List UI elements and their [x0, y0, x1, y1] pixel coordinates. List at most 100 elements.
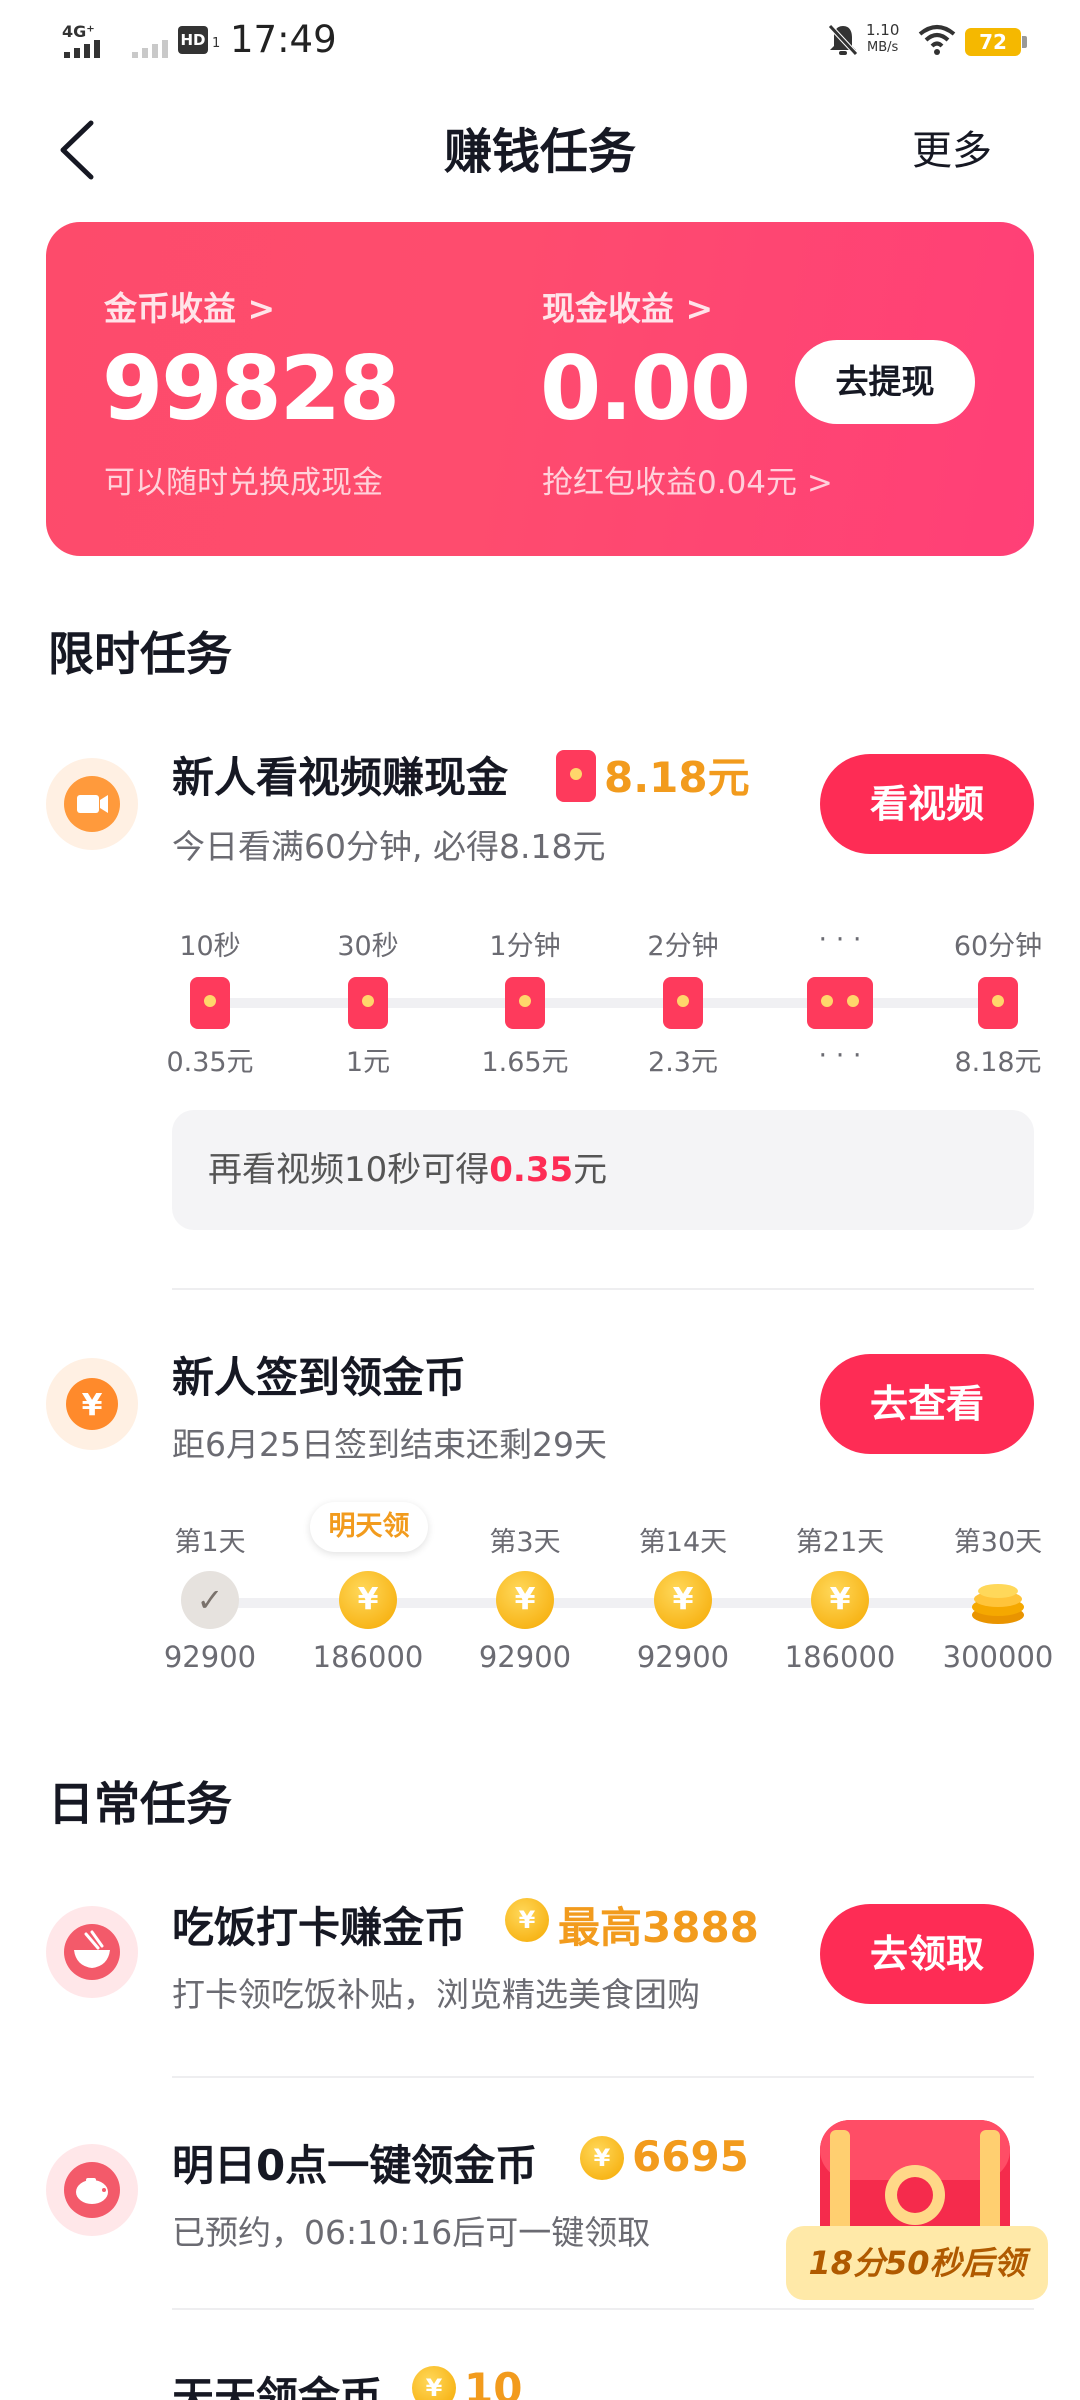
oneclick-coin-icon: ¥: [580, 2136, 624, 2180]
coin-icon: ¥: [66, 1378, 118, 1430]
signal-icon: [64, 38, 108, 58]
meal-task-icon-bg: [46, 1906, 138, 1998]
signin-day-label: 第30天: [953, 1527, 1043, 1558]
red-packet-icon: [663, 977, 703, 1029]
red-packet-icon: [348, 977, 388, 1029]
view-signin-button[interactable]: 去查看: [820, 1354, 1034, 1454]
daily-coin-task-title: 天天领金币: [172, 2373, 383, 2400]
video-step-amount: 1元: [345, 1047, 391, 1078]
coin-stack-icon: [969, 1571, 1027, 1633]
daily-coin-symbol: ¥: [412, 2366, 456, 2400]
signin-progress-track: [210, 1598, 996, 1608]
daily-coin-task-reward: 10: [464, 2364, 523, 2400]
signin-task-icon-bg: ¥: [46, 1358, 138, 1450]
tip-prefix: 再看视频10秒可得: [208, 1150, 490, 1190]
red-packet-icon: [505, 977, 545, 1029]
signin-day-coins: 300000: [942, 1640, 1054, 1674]
meal-task-reward: 最高3888: [558, 1903, 759, 1952]
signin-day-label: 第14天: [638, 1527, 728, 1558]
video-step-amount: 2.3元: [648, 1047, 718, 1078]
video-step-time: 60分钟: [953, 931, 1043, 962]
signin-day-coins: 186000: [784, 1640, 896, 1674]
coin-earnings-value: 99828: [102, 337, 400, 440]
tip-amount: 0.35: [489, 1150, 574, 1190]
signin-day-label: 第21天: [795, 1527, 885, 1558]
tomorrow-badge: 明天领: [310, 1502, 428, 1552]
tip-suffix: 元: [573, 1150, 608, 1190]
oneclick-coin-symbol: ¥: [580, 2136, 624, 2180]
rice-bowl-icon: [64, 1924, 120, 1980]
signin-day-label: 第1天: [174, 1527, 246, 1558]
video-step-time: 10秒: [179, 931, 241, 962]
video-step-amount: 0.35元: [166, 1047, 254, 1078]
mute-bell-icon: [828, 24, 858, 56]
battery-icon: 72: [965, 28, 1021, 56]
divider: [172, 2076, 1034, 2078]
divider: [172, 2308, 1034, 2310]
limited-tasks-heading: 限时任务: [48, 627, 232, 681]
hd-icon: HD: [178, 26, 208, 54]
coin-icon: ¥: [496, 1571, 554, 1629]
oneclick-task-icon-bg: [46, 2144, 138, 2236]
video-camera-icon: [64, 776, 120, 832]
coin-earnings-note: 可以随时兑换成现金: [104, 465, 383, 501]
signin-icon-symbol: ¥: [82, 1388, 103, 1423]
video-step-amount: 8.18元: [954, 1047, 1042, 1078]
hd-sub: 1: [212, 36, 221, 51]
watch-video-button[interactable]: 看视频: [820, 754, 1034, 854]
cash-earnings-value: 0.00: [540, 337, 751, 440]
red-packet-earnings-link[interactable]: 抢红包收益0.04元 >: [542, 457, 833, 502]
coin-icon: ¥: [654, 1571, 712, 1629]
clock: 17:49: [230, 18, 337, 61]
signin-day-coins: 92900: [163, 1640, 257, 1674]
red-packet-icon: [190, 977, 230, 1029]
status-bar: 4G⁺ HD 1 17:49 1.10 MB/s 72: [0, 0, 1080, 80]
claim-meal-button[interactable]: 去领取: [820, 1904, 1034, 2004]
more-button[interactable]: 更多: [912, 118, 992, 176]
video-step-amount: · · ·: [818, 1040, 862, 1071]
wifi-icon: [918, 25, 956, 55]
net-speed: 1.10 MB/s: [866, 22, 899, 56]
signin-day-label: 第3天: [489, 1527, 561, 1558]
signin-task-subtitle: 距6月25日签到结束还剩29天: [172, 1425, 607, 1464]
video-step-time: 30秒: [337, 931, 399, 962]
withdraw-button[interactable]: 去提现: [795, 340, 975, 424]
daily-coin-icon: ¥: [412, 2366, 456, 2400]
meal-task-subtitle: 打卡领吃饭补贴，浏览精选美食团购: [172, 1975, 700, 2014]
video-step-time: · · ·: [818, 924, 862, 955]
signin-day-coins: 186000: [312, 1640, 424, 1674]
coin-icon: ¥: [811, 1571, 869, 1629]
video-task-reward: 8.18元: [604, 753, 750, 802]
red-packet-icon: [978, 977, 1018, 1029]
video-task-title: 新人看视频赚现金: [172, 753, 509, 802]
signin-day-coins: 92900: [478, 1640, 572, 1674]
coin-icon: ¥: [339, 1571, 397, 1629]
piggy-bank-icon: [64, 2162, 120, 2218]
oneclick-task-subtitle: 已预约，06:10:16后可一键领取: [172, 2213, 651, 2252]
video-tip: 再看视频10秒可得0.35元: [172, 1110, 1034, 1230]
cash-earnings-link[interactable]: 现金收益 >: [542, 282, 713, 330]
daily-tasks-heading: 日常任务: [48, 1777, 232, 1831]
battery-cap: [1022, 36, 1027, 48]
divider: [172, 1288, 1034, 1290]
signal-2-icon: [132, 38, 172, 58]
checked-icon: ✓: [181, 1571, 239, 1629]
video-task-subtitle: 今日看满60分钟, 必得8.18元: [172, 827, 606, 866]
oneclick-task-title: 明日0点一键领金币: [172, 2141, 538, 2190]
signin-day-coins: 92900: [636, 1640, 730, 1674]
video-progress-track: [210, 998, 996, 1008]
video-task-icon-bg: [46, 758, 138, 850]
meal-coin-icon: ¥: [505, 1898, 549, 1942]
meal-task-title: 吃饭打卡赚金币: [172, 1903, 467, 1952]
video-step-amount: 1.65元: [481, 1047, 569, 1078]
net-speed-unit: MB/s: [867, 40, 899, 55]
signin-task-title: 新人签到领金币: [172, 1353, 467, 1402]
red-packet-icon: [556, 750, 596, 802]
chest-countdown[interactable]: 18分50秒后领: [786, 2226, 1048, 2300]
meal-coin-symbol: ¥: [505, 1898, 549, 1942]
red-packets-icon: [807, 977, 873, 1029]
net-speed-value: 1.10: [866, 21, 900, 39]
oneclick-task-reward: 6695: [632, 2132, 749, 2181]
video-step-time: 2分钟: [647, 931, 719, 962]
coin-earnings-link[interactable]: 金币收益 >: [104, 282, 275, 330]
